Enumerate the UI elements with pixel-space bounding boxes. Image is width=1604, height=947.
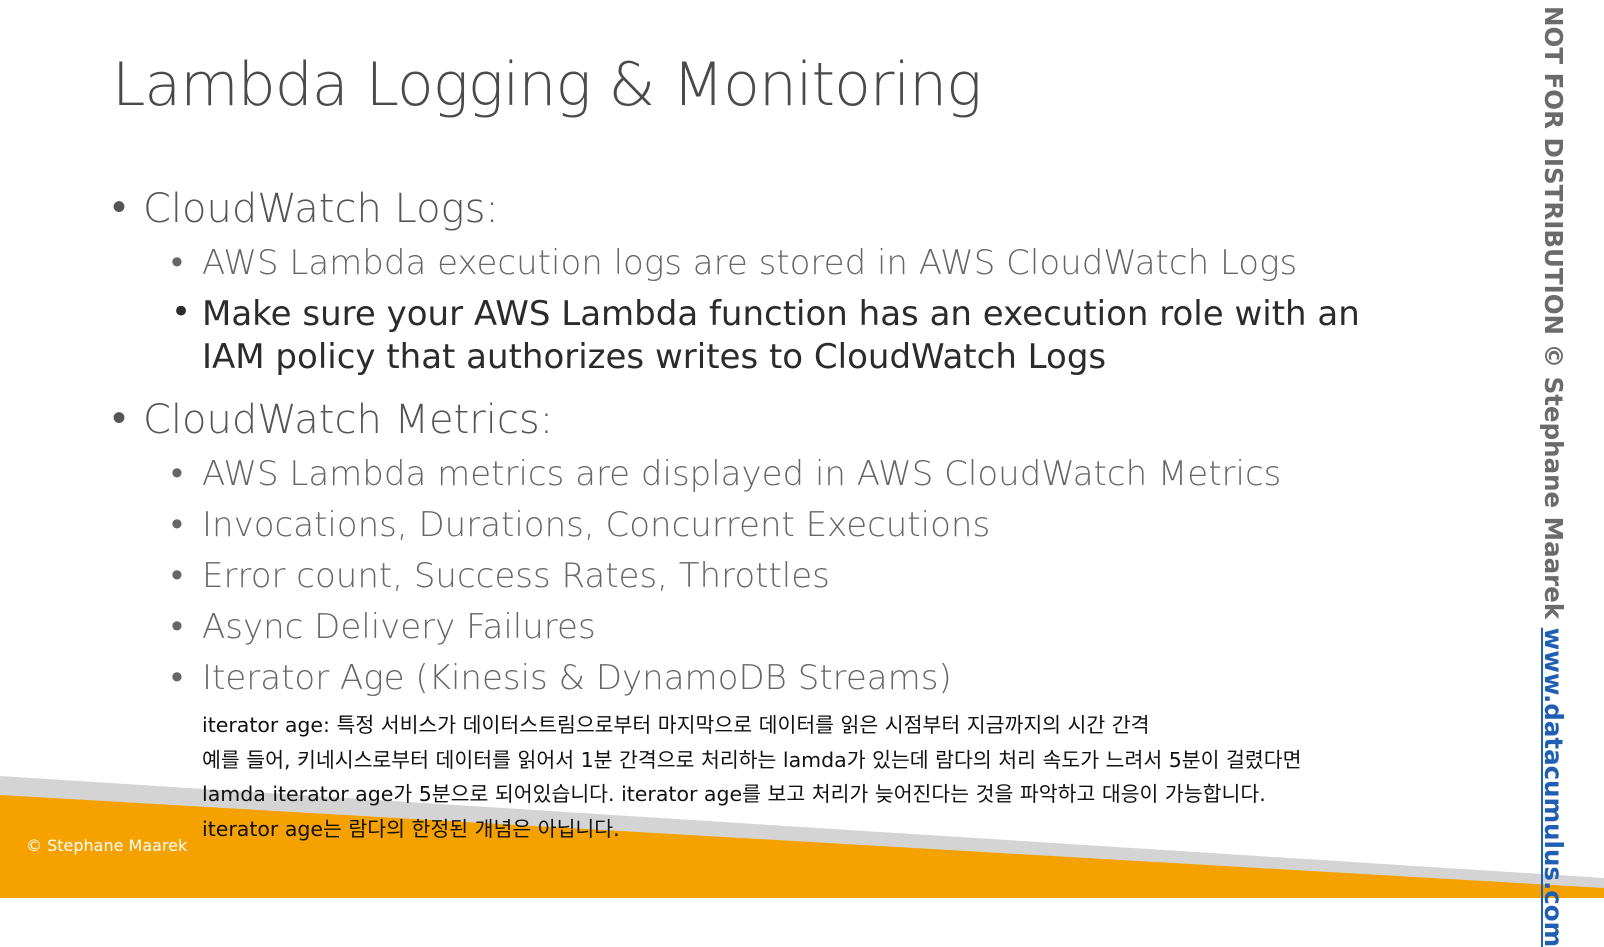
sub-bullet-invocations: • Invocations, Durations, Concurrent Exe…: [171, 504, 991, 545]
sub-bullet-execution-role: • Make sure your AWS Lambda function has…: [171, 292, 1412, 379]
bullet-dot: •: [171, 555, 183, 595]
bullet-dot: •: [171, 657, 183, 697]
side-watermark: NOT FOR DISTRIBUTION © Stephane Maarek w…: [1536, 0, 1570, 947]
bullet-dot: •: [171, 242, 183, 282]
bullet-dot: •: [112, 184, 127, 230]
note-line: 예를 들어, 키네시스로부터 데이터를 읽어서 1분 간격으로 처리하는 lam…: [202, 747, 1302, 772]
slide-title: Lambda Logging & Monitoring: [112, 50, 982, 120]
bullet-text: Async Delivery Failures: [202, 607, 596, 647]
sub-bullet-async-failures: • Async Delivery Failures: [171, 606, 596, 647]
bullet-cloudwatch-metrics: • CloudWatch Metrics:: [112, 395, 554, 443]
bullet-text: CloudWatch Logs:: [143, 186, 499, 232]
footer-copyright: © Stephane Maarek: [26, 836, 188, 855]
sub-bullet-logs-stored: • AWS Lambda execution logs are stored i…: [171, 242, 1298, 283]
bullet-text: Make sure your AWS Lambda function has a…: [202, 294, 1360, 377]
sub-bullet-metrics-displayed: • AWS Lambda metrics are displayed in AW…: [171, 453, 1282, 494]
bullet-dot: •: [171, 292, 192, 332]
website-link[interactable]: www.datacumulus.com: [1539, 628, 1568, 947]
distribution-notice: NOT FOR DISTRIBUTION © Stephane Maarek: [1539, 6, 1568, 620]
bullet-cloudwatch-logs: • CloudWatch Logs:: [112, 184, 499, 232]
bullet-text: Error count, Success Rates, Throttles: [202, 556, 830, 596]
sub-bullet-error-count: • Error count, Success Rates, Throttles: [171, 555, 830, 596]
bullet-text: Iterator Age (Kinesis & DynamoDB Streams…: [202, 658, 952, 698]
side-watermark-text: NOT FOR DISTRIBUTION © Stephane Maarek w…: [1539, 6, 1568, 947]
bullet-dot: •: [171, 504, 183, 544]
iterator-age-note: iterator age: 특정 서비스가 데이터스트림으로부터 마지막으로 데…: [202, 708, 1301, 846]
bullet-dot: •: [112, 395, 127, 441]
note-line: iterator age: 특정 서비스가 데이터스트림으로부터 마지막으로 데…: [202, 713, 1150, 737]
bullet-text: Invocations, Durations, Concurrent Execu…: [202, 505, 991, 545]
bullet-text: AWS Lambda metrics are displayed in AWS …: [202, 454, 1282, 494]
bullet-dot: •: [171, 606, 183, 646]
sub-bullet-iterator-age: • Iterator Age (Kinesis & DynamoDB Strea…: [171, 657, 952, 698]
bullet-dot: •: [171, 453, 183, 493]
bullet-text: CloudWatch Metrics:: [143, 397, 554, 443]
bullet-text: AWS Lambda execution logs are stored in …: [202, 243, 1298, 283]
note-line: iterator age는 람다의 한정된 개념은 아닙니다.: [202, 816, 620, 841]
note-line: lamda iterator age가 5분으로 되어있습니다. iterato…: [202, 782, 1266, 806]
